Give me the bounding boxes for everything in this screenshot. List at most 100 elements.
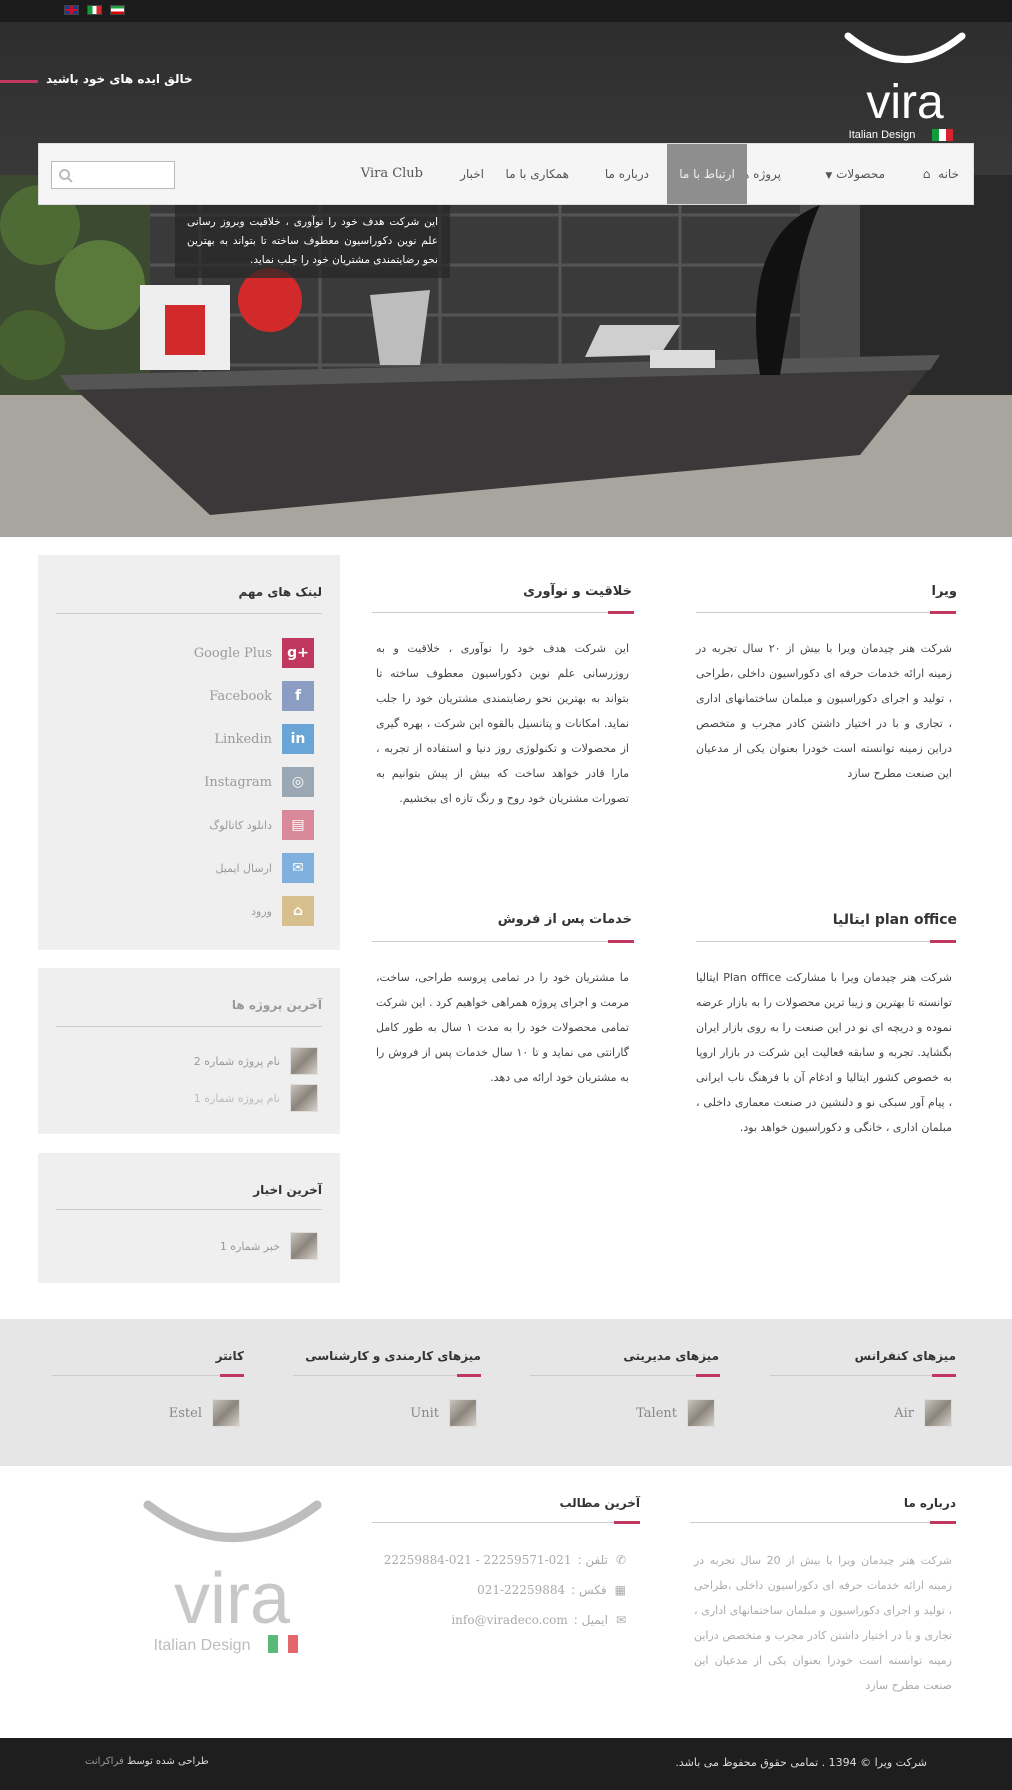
product-category-counter[interactable]: کانتر [216, 1349, 244, 1363]
creativity-title: خلاقیت و نوآوری [523, 584, 632, 599]
link-facebook-label: Facebook [209, 688, 272, 704]
lock-icon: ⌂ [282, 896, 314, 926]
credit-brand[interactable]: فراکرانت [85, 1756, 124, 1767]
link-linkedin-label: Linkedin [214, 731, 272, 747]
planoffice-underline [696, 940, 956, 943]
designer-credit[interactable]: طراحی شده توسط فراکرانت [85, 1756, 209, 1767]
footer-posts-underline [372, 1521, 640, 1524]
contact-phone: 22259884-021 - 22259571-021 تلفن : ✆ [384, 1549, 626, 1571]
copyright-text: شرکت ویرا © 1394 . تمامی حقوق محفوظ می ب… [675, 1756, 927, 1769]
product-unit[interactable]: Unit [410, 1399, 477, 1427]
caret-down-icon: ▼ [825, 171, 833, 181]
fax-label: فکس : [571, 1583, 607, 1597]
nav-home-label: خانه [938, 167, 959, 181]
footer-vira-logo[interactable]: vira Italian Design [140, 1495, 325, 1660]
product-divider [52, 1374, 244, 1377]
google-plus-icon: g+ [282, 638, 314, 668]
latest-news-divider [56, 1209, 322, 1210]
creativity-underline [372, 611, 634, 614]
important-links-box: لینک های مهم Google Plus g+ Facebook f L… [38, 555, 340, 950]
email-value[interactable]: info@viradeco.com [451, 1613, 567, 1627]
important-links-divider [56, 613, 322, 614]
product-estel[interactable]: Estel [169, 1399, 240, 1427]
nav-vira-club[interactable]: Vira Club [361, 144, 423, 204]
search-icon [59, 169, 73, 183]
instagram-icon: ◎ [282, 767, 314, 797]
project-item-2[interactable]: نام پروژه شماره 2 [194, 1047, 318, 1075]
vira-title: ویرا [931, 584, 957, 599]
link-email-label: ارسال ایمیل [215, 861, 272, 875]
link-instagram[interactable]: Instagram ◎ [204, 767, 314, 797]
logo-wordmark: vira [866, 76, 944, 129]
creativity-text: این شرکت هدف خود را نوآوری ، خلاقیت و به… [376, 642, 629, 805]
product-talent[interactable]: Talent [636, 1399, 715, 1427]
project-item-2-label: نام پروژه شماره 2 [193, 1054, 280, 1068]
nav-products[interactable]: محصولات ▼ [825, 144, 885, 204]
products-band: میزهای کنفرانس Air میزهای مدیریتی Talent… [0, 1319, 1012, 1466]
project-item-1[interactable]: نام پروژه شماره 1 [194, 1084, 318, 1112]
product-thumbnail [924, 1399, 952, 1427]
news-item-1-label: خبر شماره 1 [219, 1239, 280, 1253]
news-item-1[interactable]: خبر شماره 1 [220, 1232, 318, 1260]
product-category-management[interactable]: میزهای مدیریتی [623, 1349, 719, 1363]
facebook-icon: f [282, 681, 314, 711]
footer-about-title: درباره ما [903, 1496, 956, 1510]
link-google-plus-label: Google Plus [193, 645, 272, 661]
news-thumbnail [290, 1232, 318, 1260]
search-input[interactable] [51, 161, 175, 189]
flag-uk-icon[interactable] [64, 5, 79, 15]
planoffice-title: plan office ایتالیا [832, 912, 957, 928]
latest-news-title: آخرین اخبار [253, 1183, 322, 1197]
link-linkedin[interactable]: Linkedin in [214, 724, 314, 754]
link-catalog-label: دانلود کاتالوگ [209, 818, 272, 832]
product-thumbnail [212, 1399, 240, 1427]
latest-projects-title: آخرین پروژه ها [231, 998, 322, 1012]
logo-subtitle: Italian Design [849, 129, 916, 141]
top-bar [0, 0, 1012, 22]
product-divider [293, 1374, 481, 1377]
vira-logo[interactable]: vira Italian Design [840, 28, 970, 143]
link-login-label: ورود [251, 904, 272, 918]
latest-projects-box: آخرین پروژه ها نام پروژه شماره 2 نام پرو… [38, 968, 340, 1134]
contact-fax: 021-22259884 فکس : ▦ [477, 1579, 626, 1601]
nav-home[interactable]: خانه ⌂ [923, 144, 959, 204]
nav-contact[interactable]: ارتباط با ما [667, 144, 747, 204]
product-category-staff[interactable]: میزهای کارمندی و کارشناسی [305, 1349, 481, 1363]
aftersales-text: ما مشتریان خود را در تمامی پروسه طراحی، … [376, 971, 629, 1084]
tagline: خالق ایده های خود باشید [46, 72, 193, 86]
hero-caption: این شرکت هدف خود را نوآوری ، خلاقیت وبرو… [175, 205, 450, 278]
footer-logo-subtitle: Italian Design [154, 1637, 251, 1654]
product-unit-label: Unit [410, 1405, 439, 1421]
planoffice-text: شرکت هنر چیدمان ویرا با مشارکت Plan offi… [696, 971, 952, 1134]
fax-icon: ▦ [614, 1583, 626, 1597]
catalog-icon: ▤ [282, 810, 314, 840]
product-category-conference[interactable]: میزهای کنفرانس [855, 1349, 956, 1363]
project-thumbnail [290, 1047, 318, 1075]
credit-prefix: طراحی شده توسط [126, 1756, 209, 1767]
phone-label: تلفن : [577, 1553, 608, 1567]
nav-news[interactable]: اخبار [460, 144, 484, 204]
flag-italy-icon[interactable] [87, 5, 102, 15]
product-estel-label: Estel [168, 1405, 202, 1421]
important-links-title: لینک های مهم [238, 585, 322, 599]
link-instagram-label: Instagram [204, 774, 272, 790]
product-air-label: Air [894, 1405, 914, 1421]
product-air[interactable]: Air [894, 1399, 952, 1427]
flag-iran-icon[interactable] [110, 5, 125, 15]
link-email[interactable]: ارسال ایمیل ✉ [215, 853, 314, 883]
footer-logo-wordmark: vira [174, 1559, 291, 1639]
link-login[interactable]: ورود ⌂ [251, 896, 314, 926]
nav-about[interactable]: درباره ما [605, 144, 649, 204]
phone-value[interactable]: 22259884-021 - 22259571-021 [384, 1553, 572, 1567]
link-catalog[interactable]: دانلود کاتالوگ ▤ [209, 810, 314, 840]
latest-news-box: آخرین اخبار خبر شماره 1 [38, 1153, 340, 1283]
link-google-plus[interactable]: Google Plus g+ [194, 638, 314, 668]
home-icon: ⌂ [922, 167, 931, 181]
footer-about-underline [690, 1521, 956, 1524]
aftersales-title: خدمات پس از فروش [497, 912, 632, 927]
nav-cooperation[interactable]: همکاری با ما [506, 144, 569, 204]
link-facebook[interactable]: Facebook f [209, 681, 314, 711]
bottom-bar: شرکت ویرا © 1394 . تمامی حقوق محفوظ می ب… [0, 1738, 1012, 1790]
vira-text: شرکت هنر چیدمان ویرا با بیش از ۲۰ سال تج… [696, 642, 953, 780]
hero-office-photo [0, 175, 1012, 537]
